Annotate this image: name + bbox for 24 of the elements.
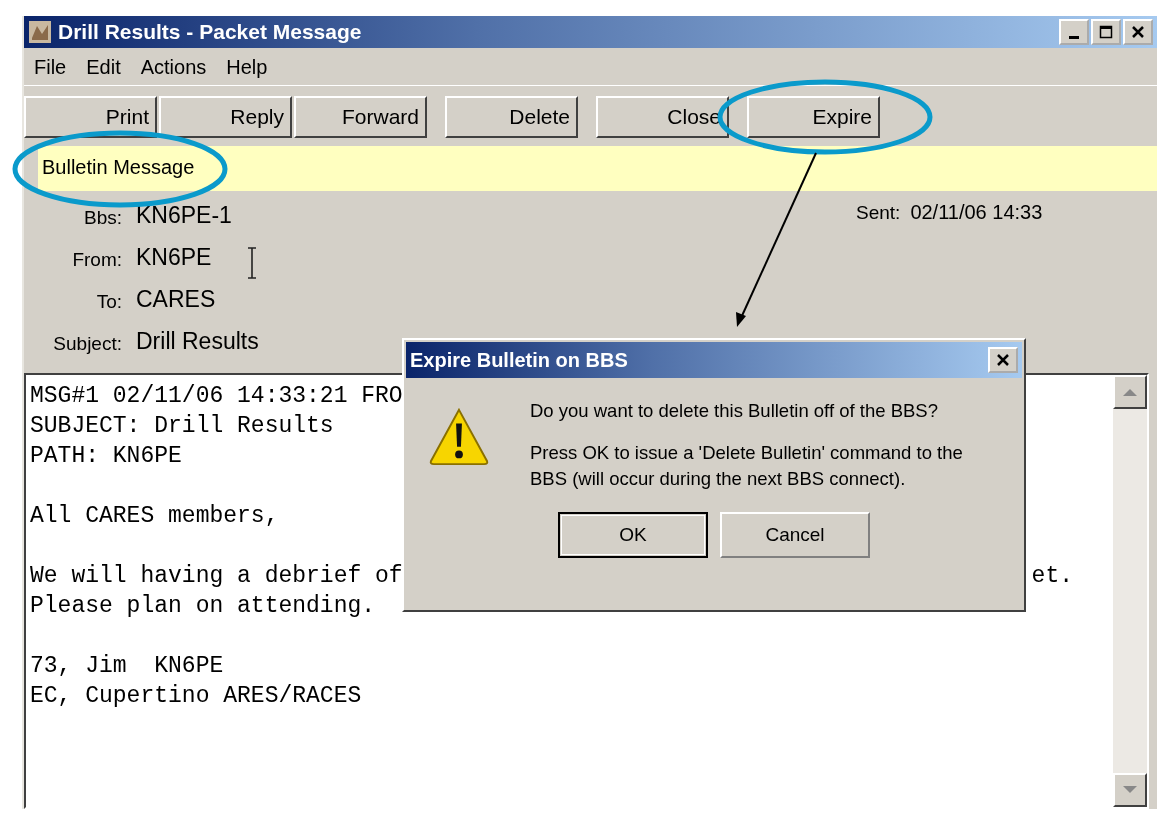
message-line: We will having a debrief of (30, 563, 403, 591)
dialog-title: Expire Bulletin on BBS (410, 348, 628, 372)
field-value: Drill Results (136, 327, 259, 355)
sent-label: Sent: (856, 202, 901, 224)
message-line: SUBJECT: Drill Results (30, 413, 334, 441)
field-label: From: (71, 248, 122, 271)
dialog-question: Do you want to delete this Bulletin off of the BBS? (530, 400, 939, 422)
field-label: Bbs: (82, 206, 122, 229)
field-label: Subject: (52, 332, 122, 355)
field-label: To: (95, 290, 122, 313)
message-line: 73, Jim KN6PE (30, 653, 224, 681)
window-title: Drill Results - Packet Message (58, 20, 363, 44)
message-line: MSG#1 02/11/06 14:33:21 FRO (30, 383, 403, 411)
message-line: et. (1031, 563, 1073, 591)
message-type-banner: Bulletin Message (38, 146, 1157, 191)
message-line: EC, Cupertino ARES/RACES (30, 683, 362, 711)
field-value: KN6PE-1 (136, 201, 232, 229)
sent-value: 02/11/06 14:33 (910, 201, 1043, 224)
message-line: All CARES members, (30, 503, 279, 531)
field-value: CARES (136, 285, 216, 313)
field-value: KN6PE (136, 243, 212, 271)
message-line: PATH: KN6PE (30, 443, 182, 471)
dialog-message: Press OK to issue a 'Delete Bulletin' command to the BBS (will occur during the next BBS connect). (530, 441, 964, 491)
message-line: Please plan on attending. (30, 593, 376, 621)
